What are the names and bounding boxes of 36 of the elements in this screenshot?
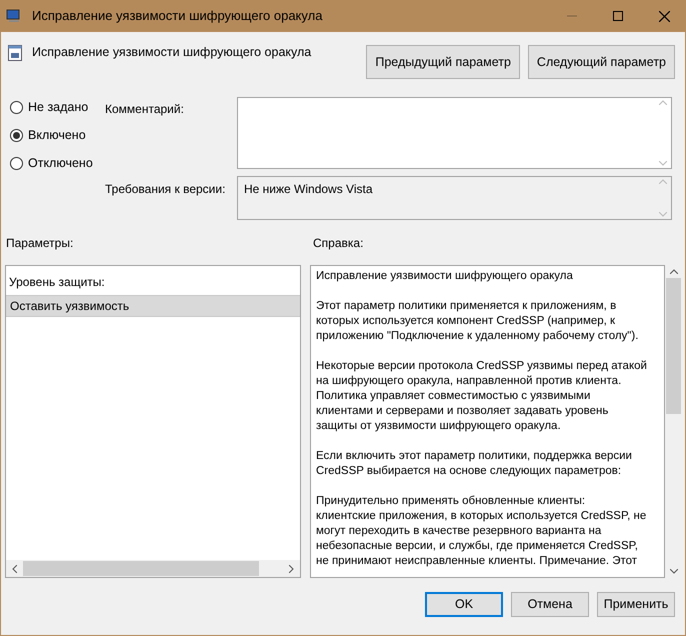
help-paragraph: Если включить этот параметр политики, поддержка версии CredSSP выбирается на основе следующих параметров: [316,449,632,479]
maximize-icon[interactable] [613,11,623,21]
help-paragraph: Этот параметр политики применяется к приложениям, в которых используется компонент CredSSP (например, к приложению "Подключение к удаленному рабочему столу"). [316,299,638,344]
setting-title: Исправление уязвимости шифрующего оракула [32,44,312,61]
help-label: Справка: [313,234,364,252]
window-title: Исправление уязвимости шифрующего оракула [32,7,322,26]
scroll-up-icon[interactable] [670,269,678,274]
field-label: Уровень защиты: [8,274,106,291]
scroll-left-icon[interactable] [12,564,17,572]
option-item[interactable]: Оставить уязвимость [6,295,300,317]
close-icon[interactable] [659,10,670,22]
radio-label[interactable]: Не задано [28,98,88,116]
dialog-button[interactable]: OK [425,592,503,617]
radio-button[interactable] [10,156,23,170]
scroll-down-icon[interactable] [670,569,678,574]
dialog-button[interactable]: Применить [597,592,675,617]
radio-label[interactable]: Отключено [28,154,93,172]
radio-label[interactable]: Включено [28,126,86,144]
scroll-right-icon[interactable] [289,564,294,572]
radio-button[interactable] [10,128,23,142]
nav-button[interactable]: Следующий параметр [528,45,675,79]
options-label: Параметры: [6,234,74,252]
scroll-thumb[interactable] [23,561,259,576]
help-paragraph: Принудительно применять обновленные клиенты: клиентские приложения, в которых используется CredSSP, не могут переходить в качестве резервного варианта на небезопасные версии, и службы, где применяется CredSSP, не принимают неисправленные клиенты. Примечание. Этот [316,494,646,569]
policy-icon [8,45,22,61]
dialog-button[interactable]: Отмена [511,592,589,617]
horizontal-scrollbar[interactable] [6,560,300,577]
radio-button[interactable] [10,100,23,114]
nav-button[interactable]: Предыдущий параметр [366,45,520,79]
scroll-thumb[interactable] [666,278,681,414]
help-paragraph: Некоторые версии протокола CredSSP уязвимы перед атакой на шифрующего оракула, направленной против клиента. Политика управляет совместимостью с уязвимыми клиентами и серверами и позволяет задавать уровень защиты от уязвимости шифрующего оракула. [316,359,647,434]
app-icon [6,8,22,24]
version-label: Требования к версии: [105,181,226,198]
comment-label: Комментарий: [105,101,185,118]
help-paragraph: Исправление уязвимости шифрующего оракула [316,269,573,284]
version-value: Не ниже Windows Vista [243,181,374,198]
